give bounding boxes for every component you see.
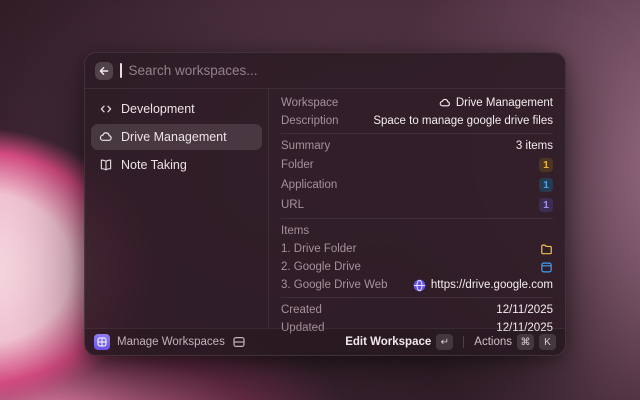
footer-divider (463, 336, 464, 348)
detail-row-workspace: Workspace Drive Management (281, 94, 553, 112)
manage-workspaces-label: Manage Workspaces (117, 336, 225, 348)
actions-label: Actions (474, 336, 512, 348)
window-tray-icon (232, 335, 246, 349)
detail-row-folder-count: Folder 1 (281, 155, 553, 175)
application-count-label: Application (281, 179, 337, 191)
detail-row-item-2: 2. Google Drive (281, 258, 553, 276)
action-bar: Manage Workspaces Edit Workspace ↵ Actio… (85, 328, 565, 355)
detail-row-item-3: 3. Google Drive Web https://drive.google… (281, 276, 553, 294)
url-count-badge: 1 (539, 198, 553, 212)
application-count-badge: 1 (539, 178, 553, 192)
actions-menu-button[interactable]: Actions ⌘ K (474, 334, 556, 350)
detail-row-created: Created 12/11/2025 (281, 301, 553, 319)
item-1-label: 1. Drive Folder (281, 243, 356, 255)
sidebar-item-label: Drive Management (121, 130, 227, 144)
back-button[interactable] (95, 62, 113, 80)
items-header-label: Items (281, 225, 309, 237)
created-value: 12/11/2025 (496, 304, 553, 316)
divider (281, 297, 553, 298)
sidebar-item-label: Development (121, 102, 195, 116)
detail-row-item-1: 1. Drive Folder (281, 240, 553, 258)
summary-value: 3 items (516, 140, 553, 152)
folder-count-label: Folder (281, 159, 314, 171)
code-icon (99, 102, 113, 116)
description-label: Description (281, 115, 339, 127)
return-key-badge: ↵ (436, 334, 453, 350)
cloud-icon (439, 97, 451, 109)
url-count-label: URL (281, 199, 304, 211)
detail-row-application-count: Application 1 (281, 175, 553, 195)
workspace-value: Drive Management (456, 97, 553, 109)
cloud-icon (99, 130, 113, 144)
folder-count-badge: 1 (539, 158, 553, 172)
command-key-badge: ⌘ (517, 334, 534, 350)
workspaces-app-icon (94, 334, 110, 350)
summary-label: Summary (281, 140, 330, 152)
workspace-detail-panel: Workspace Drive Management Description S… (269, 89, 565, 328)
book-icon (99, 158, 113, 172)
sidebar-item-label: Note Taking (121, 158, 187, 172)
sidebar-item-note-taking[interactable]: Note Taking (91, 152, 262, 178)
dialog-body: Development Drive Management Note Taking… (85, 89, 565, 328)
workspaces-dialog: Development Drive Management Note Taking… (84, 52, 566, 356)
search-header (85, 53, 565, 89)
detail-row-items-header: Items (281, 222, 553, 240)
detail-row-summary: Summary 3 items (281, 137, 553, 155)
divider (281, 133, 553, 134)
edit-workspace-label: Edit Workspace (345, 336, 431, 348)
search-input[interactable] (129, 63, 556, 78)
item-2-label: 2. Google Drive (281, 261, 361, 273)
item-3-url-value: https://drive.google.com (431, 279, 553, 291)
workspace-label: Workspace (281, 97, 338, 109)
workspace-list: Development Drive Management Note Taking (85, 89, 269, 328)
sidebar-item-drive-management[interactable]: Drive Management (91, 124, 262, 150)
detail-row-description: Description Space to manage google drive… (281, 112, 553, 130)
description-value: Space to manage google drive files (373, 115, 553, 127)
arrow-left-icon (99, 66, 109, 76)
item-3-label: 3. Google Drive Web (281, 279, 388, 291)
k-key-badge: K (539, 334, 556, 350)
edit-workspace-button[interactable]: Edit Workspace ↵ (345, 334, 453, 350)
divider (281, 218, 553, 219)
globe-icon (413, 279, 426, 292)
detail-row-url-count: URL 1 (281, 195, 553, 215)
sidebar-item-development[interactable]: Development (91, 96, 262, 122)
created-label: Created (281, 304, 322, 316)
folder-icon (540, 243, 553, 256)
text-caret (120, 63, 122, 78)
app-window-icon (540, 261, 553, 274)
